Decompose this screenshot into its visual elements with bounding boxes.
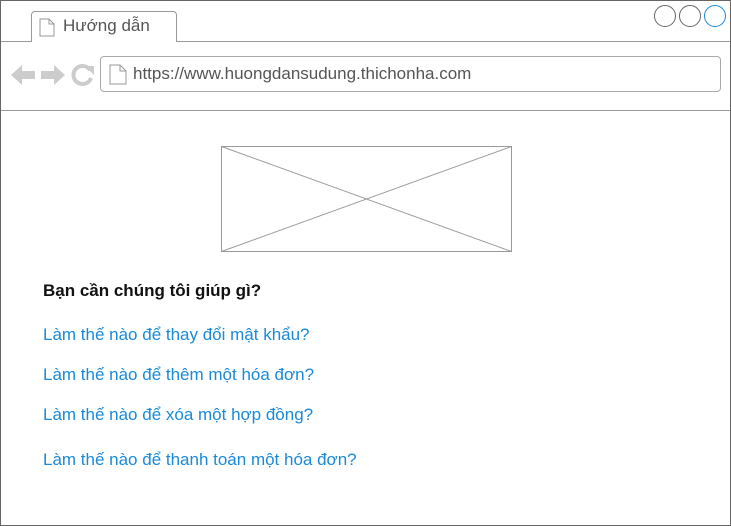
reload-icon[interactable] — [71, 63, 95, 87]
arrow-left-icon[interactable] — [10, 63, 36, 87]
maximize-circle-icon[interactable] — [679, 5, 701, 27]
browser-tab[interactable]: Hướng dẫn — [31, 11, 177, 42]
browser-window: Hướng dẫn https://www.huongdansudung.thi… — [0, 0, 731, 526]
help-link-pay-invoice[interactable]: Làm thế nào để thanh toán một hóa đơn? — [43, 450, 357, 470]
minimize-circle-icon[interactable] — [654, 5, 676, 27]
tab-title: Hướng dẫn — [63, 16, 150, 35]
help-link-add-invoice[interactable]: Làm thế nào để thêm một hóa đơn? — [43, 365, 314, 385]
image-placeholder-icon — [221, 146, 512, 252]
page-icon — [109, 64, 127, 85]
help-link-delete-contract[interactable]: Làm thế nào để xóa một hợp đồng? — [43, 405, 313, 425]
address-bar[interactable]: https://www.huongdansudung.thichonha.com — [100, 56, 721, 92]
browser-toolbar: https://www.huongdansudung.thichonha.com — [1, 41, 730, 111]
help-heading: Bạn cần chúng tôi giúp gì? — [43, 281, 262, 300]
url-text[interactable]: https://www.huongdansudung.thichonha.com — [133, 64, 471, 84]
page-icon — [39, 18, 55, 37]
close-circle-icon[interactable] — [704, 5, 726, 27]
help-link-change-password[interactable]: Làm thế nào để thay đổi mật khẩu? — [43, 325, 310, 345]
arrow-right-icon[interactable] — [40, 63, 66, 87]
